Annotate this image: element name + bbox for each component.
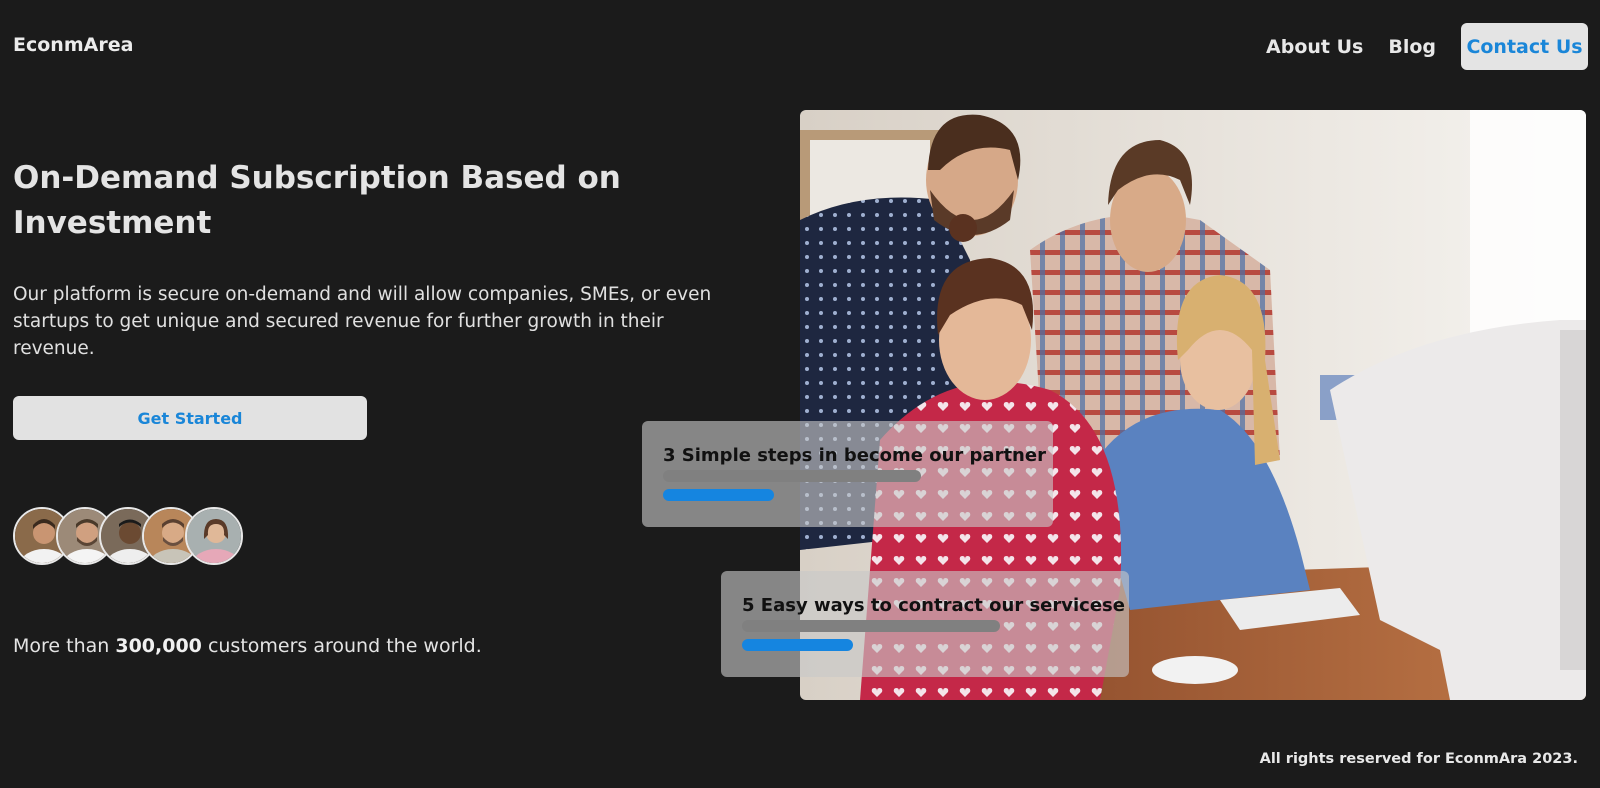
top-nav: EconmArea About Us Blog Contact Us [0, 0, 1600, 92]
customers-count: 300,000 [115, 635, 202, 657]
step-card-track [663, 470, 921, 482]
contact-us-button[interactable]: Contact Us [1461, 23, 1588, 70]
nav-link-blog[interactable]: Blog [1388, 36, 1436, 58]
step-card-title: 3 Simple steps in become our partner [663, 445, 1046, 466]
step-card-progress [663, 489, 774, 501]
brand-logo[interactable]: EconmArea [13, 34, 133, 56]
nav-links: About Us Blog Contact Us [1266, 23, 1588, 70]
customers-text: More than 300,000 customers around the w… [13, 635, 482, 657]
ways-card[interactable]: 5 Easy ways to contract our servicese [721, 571, 1129, 677]
get-started-button[interactable]: Get Started [13, 396, 367, 440]
hero-description: Our platform is secure on-demand and wil… [13, 284, 712, 359]
nav-link-about-us[interactable]: About Us [1266, 36, 1363, 58]
ways-card-title: 5 Easy ways to contract our servicese [742, 595, 1125, 616]
avatar [185, 507, 243, 565]
steps-card[interactable]: 3 Simple steps in become our partner [642, 421, 1053, 527]
ways-card-progress [742, 639, 853, 651]
ways-card-track [742, 620, 1000, 632]
customer-avatars [13, 507, 243, 565]
footer-copyright: All rights reserved for EconmAra 2023. [1259, 751, 1578, 767]
hero-title: On-Demand Subscription Based on Investme… [13, 160, 621, 241]
